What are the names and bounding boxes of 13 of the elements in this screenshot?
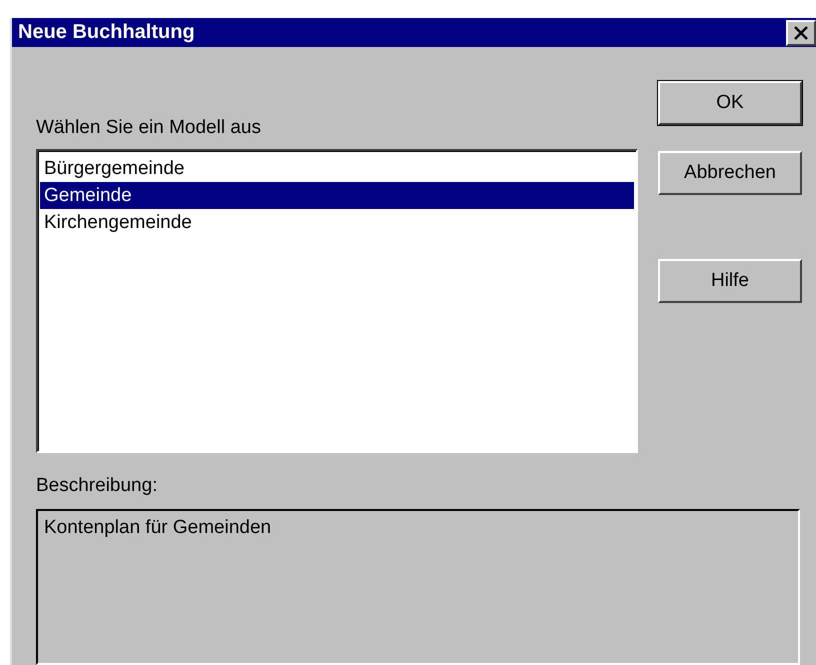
dialog-button[interactable]: Hilfe — [658, 259, 802, 303]
list-item[interactable]: Gemeinde — [40, 182, 634, 209]
close-button[interactable] — [786, 20, 816, 46]
window-title: Neue Buchhaltung — [18, 21, 195, 44]
list-label: Wählen Sie ein Modell aus — [36, 117, 262, 139]
description-label: Beschreibung: — [36, 475, 158, 497]
list-item[interactable]: Kirchengemeinde — [40, 209, 634, 236]
description-text: Kontenplan für Gemeinden — [36, 509, 800, 665]
dialog-button[interactable]: Abbrechen — [658, 151, 802, 195]
model-list[interactable]: Bürgergemeinde Gemeinde Kirchengemeinde — [36, 149, 638, 453]
close-icon — [793, 26, 809, 40]
list-item[interactable]: Bürgergemeinde — [40, 155, 634, 182]
dialog-button[interactable]: OK — [658, 81, 802, 125]
